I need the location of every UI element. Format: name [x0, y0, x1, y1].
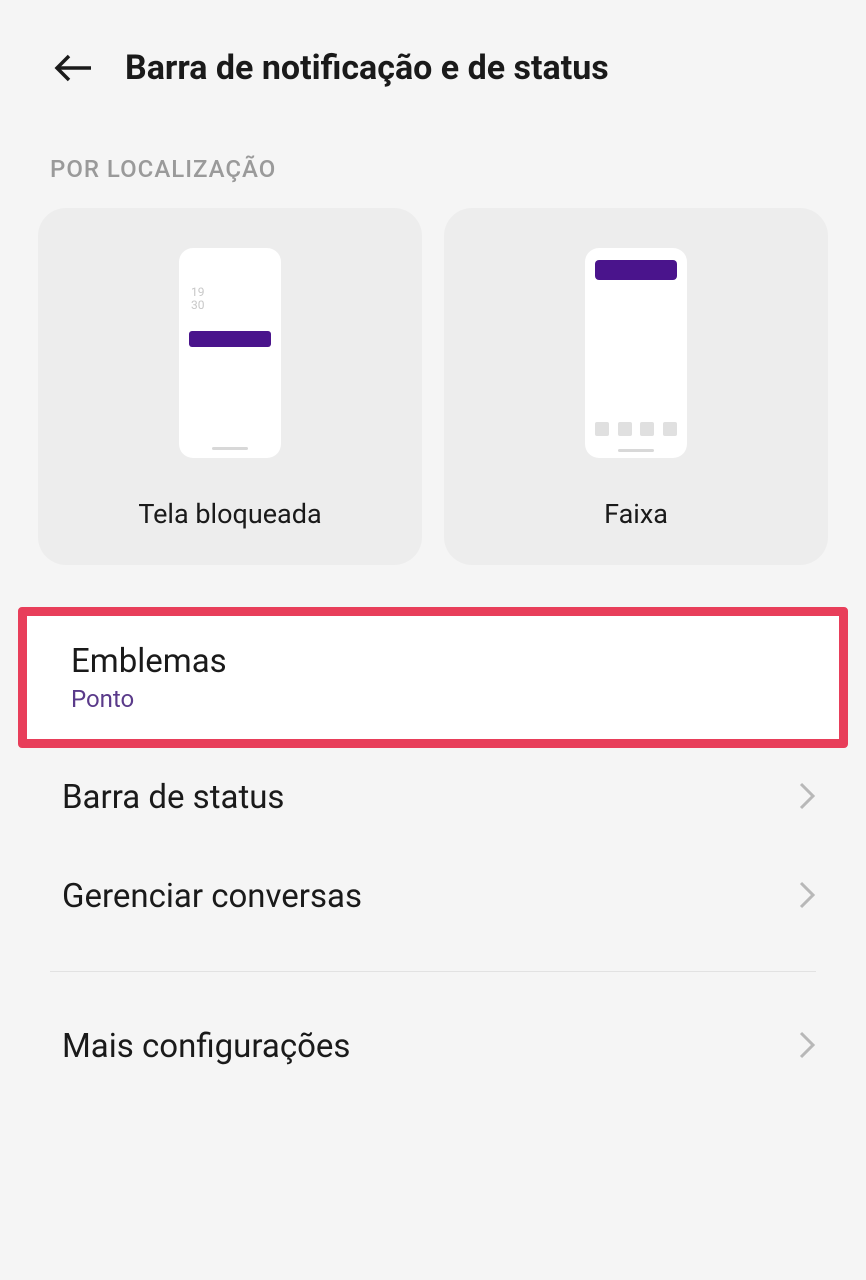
setting-statusbar-title: Barra de status [62, 778, 284, 817]
banner-preview [585, 248, 687, 458]
back-button[interactable] [50, 45, 95, 90]
preview-time: 19 30 [191, 286, 205, 312]
chevron-right-icon [798, 781, 816, 815]
setting-emblems-subtitle: Ponto [71, 685, 227, 713]
chevron-right-icon [798, 880, 816, 914]
card-banner[interactable]: Faixa [444, 208, 828, 565]
preview-notification [189, 331, 271, 347]
preview-home-indicator [212, 447, 248, 450]
arrow-left-icon [53, 52, 93, 84]
settings-list: Emblemas Ponto Barra de status Gerenciar… [0, 607, 866, 1096]
preview-app-icons [595, 422, 677, 436]
setting-conversations-title: Gerenciar conversas [62, 877, 362, 916]
page-title: Barra de notificação e de status [125, 48, 609, 88]
lockscreen-preview: 19 30 [179, 248, 281, 458]
chevron-right-icon [798, 1030, 816, 1064]
location-cards: 19 30 Tela bloqueada Faixa [0, 208, 866, 565]
setting-emblems-title: Emblemas [71, 642, 227, 681]
section-label: POR LOCALIZAÇÃO [0, 120, 866, 208]
setting-statusbar[interactable]: Barra de status [0, 748, 866, 847]
setting-more[interactable]: Mais configurações [0, 997, 866, 1096]
setting-more-title: Mais configurações [62, 1027, 350, 1066]
header: Barra de notificação e de status [0, 0, 866, 120]
card-lockscreen-label: Tela bloqueada [138, 498, 321, 530]
preview-notification [595, 260, 677, 280]
card-banner-label: Faixa [604, 498, 668, 530]
divider [50, 971, 816, 972]
setting-conversations[interactable]: Gerenciar conversas [0, 847, 866, 946]
card-lockscreen[interactable]: 19 30 Tela bloqueada [38, 208, 422, 565]
setting-emblems[interactable]: Emblemas Ponto [18, 607, 848, 748]
preview-home-indicator [618, 449, 654, 452]
